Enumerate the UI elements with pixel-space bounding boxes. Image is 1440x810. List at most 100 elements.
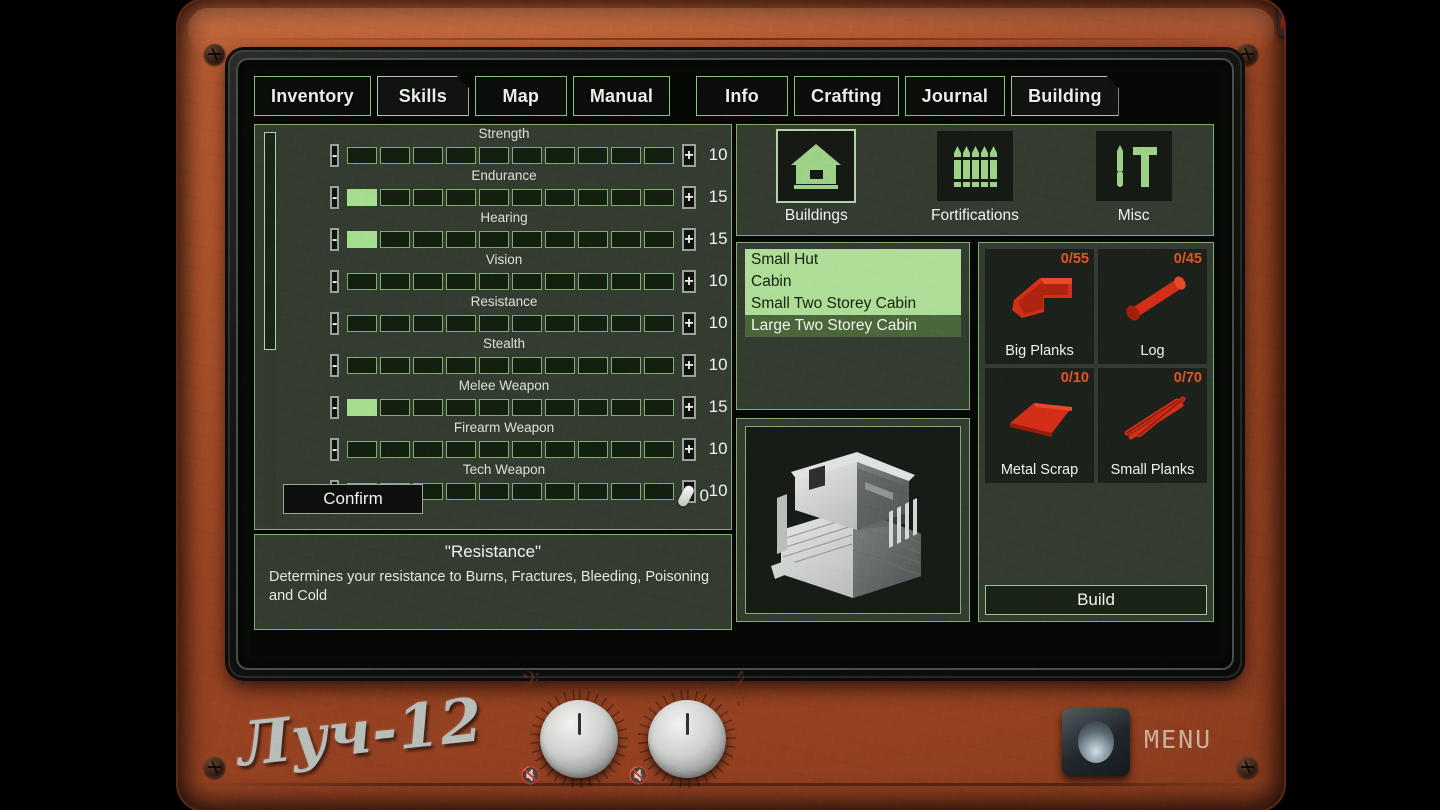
skill-bar-segment [380, 230, 411, 248]
skill-bar-segment [512, 440, 543, 458]
tab-building[interactable]: Building [1011, 76, 1119, 116]
skill-increment-button[interactable]: + [682, 437, 696, 461]
tab-journal-label: Journal [921, 85, 989, 106]
power-rocker-switch[interactable] [1278, 0, 1284, 36]
skill-increment-button[interactable]: + [682, 353, 696, 377]
skill-controls: - +10 [330, 269, 728, 293]
blueprint-list-item[interactable]: Small Two Storey Cabin [745, 293, 961, 315]
knob-right-indicator [685, 713, 689, 735]
skill-controls: - +10 [330, 353, 728, 377]
tab-inventory-label: Inventory [271, 85, 354, 106]
tab-crafting[interactable]: Crafting [794, 76, 899, 116]
skill-increment-button[interactable]: + [682, 185, 696, 209]
skill-points-value: 0 [699, 486, 709, 505]
skill-value: 15 [708, 397, 728, 416]
blueprint-list-item[interactable]: Large Two Storey Cabin [745, 315, 961, 337]
skill-increment-button[interactable]: + [682, 311, 696, 335]
device-brand-label: Луч-12 [234, 685, 487, 781]
build-category-list: Buildings Fortifications Misc [737, 125, 1213, 235]
skill-decrement-button[interactable]: - [330, 395, 340, 419]
skill-bar [347, 314, 675, 332]
category-misc-label: Misc [1117, 207, 1150, 224]
category-fortifications[interactable]: Fortifications [915, 131, 1035, 225]
skill-increment-button[interactable]: + [682, 395, 696, 419]
skill-decrement-button[interactable]: - [330, 353, 340, 377]
skill-value: 10 [708, 439, 728, 458]
skill-bar-segment [347, 188, 378, 206]
material-quantity: 0/10 [1060, 370, 1089, 386]
blueprint-list-item[interactable]: Small Hut [745, 249, 961, 271]
skill-description-panel: "Resistance" Determines your resistance … [254, 534, 732, 630]
skill-decrement-button[interactable]: - [330, 437, 340, 461]
skill-decrement-button[interactable]: - [330, 269, 340, 293]
blueprint-list-panel: Small Hut Cabin Small Two Storey Cabin Larg… [736, 242, 970, 410]
skill-bar [347, 398, 675, 416]
skill-bar-segment [380, 188, 411, 206]
skill-bar-segment [380, 440, 411, 458]
skill-name: Hearing [480, 210, 528, 225]
category-misc[interactable]: Misc [1074, 131, 1194, 225]
skill-decrement-button[interactable]: - [330, 311, 340, 335]
skill-increment-button[interactable]: + [682, 269, 696, 293]
skill-bar-segment [644, 230, 675, 248]
tools-icon [1095, 131, 1172, 201]
bass-clef-icon: 𝄢 [520, 668, 540, 701]
skill-bar-segment [347, 146, 378, 164]
skills-scrollbar[interactable] [264, 132, 276, 522]
screen-content: Inventory Skills Map Manual Info Craftin… [250, 72, 1220, 656]
confirm-button[interactable]: Confirm [283, 484, 423, 514]
skill-name: Vision [485, 252, 523, 267]
skill-increment-button[interactable]: + [682, 227, 696, 251]
screw-bottom-right [1237, 757, 1258, 778]
menu-button[interactable] [1062, 708, 1130, 776]
skill-value: 10 [708, 313, 728, 332]
skill-bar-segment [413, 314, 444, 332]
skill-bar-segment [479, 188, 510, 206]
material-slot[interactable]: 0/10 Metal Scrap [985, 368, 1094, 483]
volume-knob-left[interactable] [540, 700, 618, 778]
material-slot[interactable]: 0/70 Small Planks [1098, 368, 1207, 483]
menu-button-dome-icon [1078, 721, 1114, 763]
tab-inventory[interactable]: Inventory [254, 76, 371, 116]
treble-clef-icon: 𝄞 [730, 672, 748, 705]
skill-bar-segment [347, 314, 378, 332]
skill-bar-segment [611, 398, 642, 416]
material-slot[interactable]: 0/45 Log [1098, 249, 1207, 364]
tab-skills[interactable]: Skills [377, 76, 469, 116]
volume-knob-right[interactable] [648, 700, 726, 778]
skills-panel: Strength - +10 Endurance - +15 Hearing - +15 Visi… [254, 124, 732, 530]
skill-controls: - +15 [330, 395, 728, 419]
skill-bar-segment [446, 356, 477, 374]
material-quantity: 0/45 [1173, 251, 1202, 267]
skill-bar-segment [545, 356, 576, 374]
skill-decrement-button[interactable]: - [330, 185, 340, 209]
tab-map[interactable]: Map [474, 76, 567, 116]
skill-row: Endurance - +15 [282, 168, 728, 212]
material-quantity: 0/55 [1060, 251, 1089, 267]
skill-decrement-button[interactable]: - [330, 143, 340, 167]
handheld-device-body: Inventory Skills Map Manual Info Craftin… [178, 0, 1284, 810]
skill-bar-segment [413, 398, 444, 416]
tab-building-label: Building [1028, 85, 1102, 106]
skill-increment-button[interactable]: + [682, 143, 696, 167]
skills-scrollbar-thumb[interactable] [264, 132, 276, 350]
skill-bar-segment [578, 440, 609, 458]
small-planks-icon [1098, 386, 1207, 448]
material-slot[interactable]: 0/55 Big Planks [985, 249, 1094, 364]
category-buildings[interactable]: Buildings [756, 131, 876, 225]
tab-journal[interactable]: Journal [904, 76, 1006, 116]
tab-info[interactable]: Info [696, 76, 789, 116]
blueprint-list-item[interactable]: Cabin [745, 271, 961, 293]
skill-name: Endurance [471, 168, 537, 183]
build-button[interactable]: Build [985, 585, 1207, 615]
big-planks-icon [985, 267, 1094, 329]
device-highlight [188, 8, 1274, 52]
tab-manual[interactable]: Manual [572, 76, 671, 116]
skill-decrement-button[interactable]: - [330, 227, 340, 251]
skill-bar-segment [446, 188, 477, 206]
skill-bar-segment [413, 188, 444, 206]
skill-bar-segment [446, 272, 477, 290]
skill-bar [347, 356, 675, 374]
skill-bar-segment [578, 314, 609, 332]
skill-controls: - +10 [330, 143, 728, 167]
